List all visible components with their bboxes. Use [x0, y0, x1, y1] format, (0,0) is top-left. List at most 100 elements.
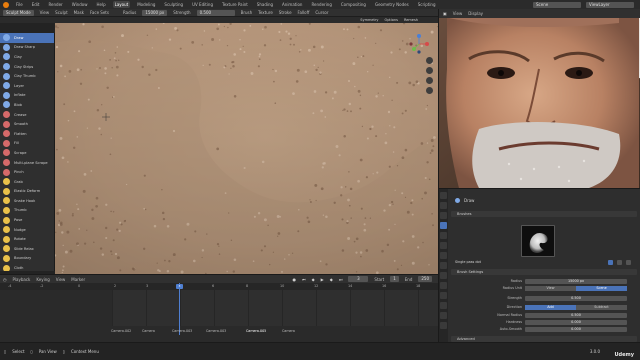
brushes-panel-header[interactable]: Brushes — [451, 211, 637, 217]
menu-edit[interactable]: Edit — [30, 1, 42, 8]
tool-draw[interactable]: Draw — [0, 33, 54, 43]
strength-field[interactable]: 0.500 — [525, 295, 627, 301]
camera-marker[interactable]: Camera.002 — [111, 329, 131, 333]
mode-selector[interactable]: Sculpt Mode — [3, 9, 34, 16]
object-tab-icon[interactable] — [440, 252, 447, 259]
menu-face-sets[interactable]: Face Sets — [90, 10, 109, 15]
tool-thumb[interactable]: Thumb — [0, 206, 54, 216]
workspace-tab-scripting[interactable]: Scripting — [416, 1, 438, 8]
tool-multi-plane-scrape[interactable]: Multi-plane Scrape — [0, 158, 54, 168]
render-tab-icon[interactable] — [440, 202, 447, 209]
brush-dropdown[interactable]: Brush — [241, 10, 253, 15]
tool-inflate[interactable]: Inflate — [0, 91, 54, 101]
camera-view-icon[interactable] — [426, 77, 433, 84]
start-frame-field[interactable]: 1 — [390, 276, 399, 282]
tool-grab[interactable]: Grab — [0, 177, 54, 187]
tool-blob[interactable]: Blob — [0, 100, 54, 110]
duplicate-icon[interactable] — [617, 259, 622, 265]
end-frame-field[interactable]: 250 — [418, 276, 432, 282]
options-dropdown[interactable]: Options — [384, 18, 398, 22]
radius-unit-scene[interactable]: Scene — [576, 285, 627, 291]
prev-key-icon[interactable]: ◆ — [312, 277, 315, 282]
auto-smooth-field[interactable]: 0.000 — [525, 326, 627, 332]
tool-crease[interactable]: Crease — [0, 110, 54, 120]
scene-selector[interactable]: Scene — [533, 1, 581, 8]
workspace-tab-animation[interactable]: Animation — [280, 1, 304, 8]
play-icon[interactable]: ▶ — [321, 277, 324, 282]
next-key-icon[interactable]: ◆ — [330, 277, 333, 282]
menu-render[interactable]: Render — [46, 1, 64, 8]
menu-view[interactable]: View — [453, 11, 463, 16]
brush-field[interactable]: Single pass dot — [455, 260, 608, 264]
delete-icon[interactable] — [626, 259, 631, 265]
tool-scrape[interactable]: Scrape — [0, 148, 54, 158]
navigation-gizmo-icon[interactable] — [405, 32, 433, 54]
direction-subtract[interactable]: Subtract — [576, 304, 627, 310]
texture-dropdown[interactable]: Texture — [258, 10, 273, 15]
frame-ruler[interactable]: -4-20234681012141618 — [0, 283, 438, 290]
workspace-tab-sculpting[interactable]: Sculpting — [162, 1, 185, 8]
tool-snake-hook[interactable]: Snake Hook — [0, 196, 54, 206]
record-icon[interactable]: ● — [292, 277, 296, 282]
menu-view[interactable]: View — [40, 10, 50, 15]
falloff-dropdown[interactable]: Falloff — [298, 10, 310, 15]
display-dropdown[interactable]: Display — [468, 11, 483, 16]
pan-hand-icon[interactable] — [426, 67, 433, 74]
jump-start-icon[interactable]: ⏮ — [302, 277, 306, 282]
menu-keying[interactable]: Keying — [36, 277, 49, 282]
symmetry-dropdown[interactable]: Symmetry — [360, 18, 378, 22]
camera-marker[interactable]: Camera.003 — [172, 329, 192, 333]
material-tab-icon[interactable] — [440, 312, 447, 319]
brush-settings-panel-header[interactable]: Brush Settings — [451, 269, 637, 275]
menu-playback[interactable]: Playback — [13, 277, 31, 282]
workspace-tab-geometry-nodes[interactable]: Geometry Nodes — [373, 1, 411, 8]
jump-end-icon[interactable]: ⏭ — [339, 277, 343, 282]
menu-mask[interactable]: Mask — [74, 10, 84, 15]
zoom-icon[interactable] — [426, 57, 433, 64]
tool-nudge[interactable]: Nudge — [0, 225, 54, 235]
image-editor-icon[interactable]: ▣ — [443, 11, 447, 16]
current-frame-field[interactable]: 3 — [348, 276, 369, 282]
tool-clay-thumb[interactable]: Clay Thumb — [0, 71, 54, 81]
stroke-dropdown[interactable]: Stroke — [279, 10, 292, 15]
workspace-tab-uv-editing[interactable]: UV Editing — [190, 1, 215, 8]
timeline-tracks[interactable] — [112, 290, 438, 326]
tool-elastic-deform[interactable]: Elastic Deform — [0, 187, 54, 197]
tool-fill[interactable]: Fill — [0, 139, 54, 149]
radius-field[interactable]: 15000 px — [142, 9, 168, 16]
menu-file[interactable]: File — [14, 1, 25, 8]
menu-window[interactable]: Window — [70, 1, 90, 8]
particles-tab-icon[interactable] — [440, 272, 447, 279]
tool-flatten[interactable]: Flatten — [0, 129, 54, 139]
workspace-tab-modeling[interactable]: Modeling — [135, 1, 157, 8]
menu-help[interactable]: Help — [94, 1, 107, 8]
data-tab-icon[interactable] — [440, 302, 447, 309]
output-tab-icon[interactable] — [440, 212, 447, 219]
tool-slide-relax[interactable]: Slide Relax — [0, 244, 54, 254]
camera-marker[interactable]: Camera.003 — [206, 329, 226, 333]
tool-clay[interactable]: Clay — [0, 52, 54, 62]
world-tab-icon[interactable] — [440, 242, 447, 249]
normal-radius-field[interactable]: 0.500 — [525, 312, 627, 318]
hardness-field[interactable]: 0.000 — [525, 319, 627, 325]
tool-smooth[interactable]: Smooth — [0, 119, 54, 129]
workspace-tab-texture-paint[interactable]: Texture Paint — [220, 1, 250, 8]
direction-add[interactable]: Add — [525, 304, 576, 310]
menu-view[interactable]: View — [56, 277, 66, 282]
workspace-tab-shading[interactable]: Shading — [255, 1, 275, 8]
menu-marker[interactable]: Marker — [71, 277, 85, 282]
tool-layer[interactable]: Layer — [0, 81, 54, 91]
tool-draw-sharp[interactable]: Draw Sharp — [0, 43, 54, 53]
tool-clay-strips[interactable]: Clay Strips — [0, 62, 54, 72]
texture-tab-icon[interactable] — [440, 322, 447, 329]
radius-unit-view[interactable]: View — [525, 285, 576, 291]
workspace-tab-compositing[interactable]: Compositing — [339, 1, 368, 8]
physics-tab-icon[interactable] — [440, 282, 447, 289]
radius-field[interactable]: 15000 px — [525, 278, 627, 284]
camera-marker[interactable]: Camera — [282, 329, 295, 333]
playhead-frame[interactable]: 3 — [176, 284, 183, 289]
modifier-tab-icon[interactable] — [440, 262, 447, 269]
strength-field[interactable]: 0.500 — [196, 9, 235, 16]
constraints-tab-icon[interactable] — [440, 292, 447, 299]
cursor-dropdown[interactable]: Cursor — [315, 10, 328, 15]
